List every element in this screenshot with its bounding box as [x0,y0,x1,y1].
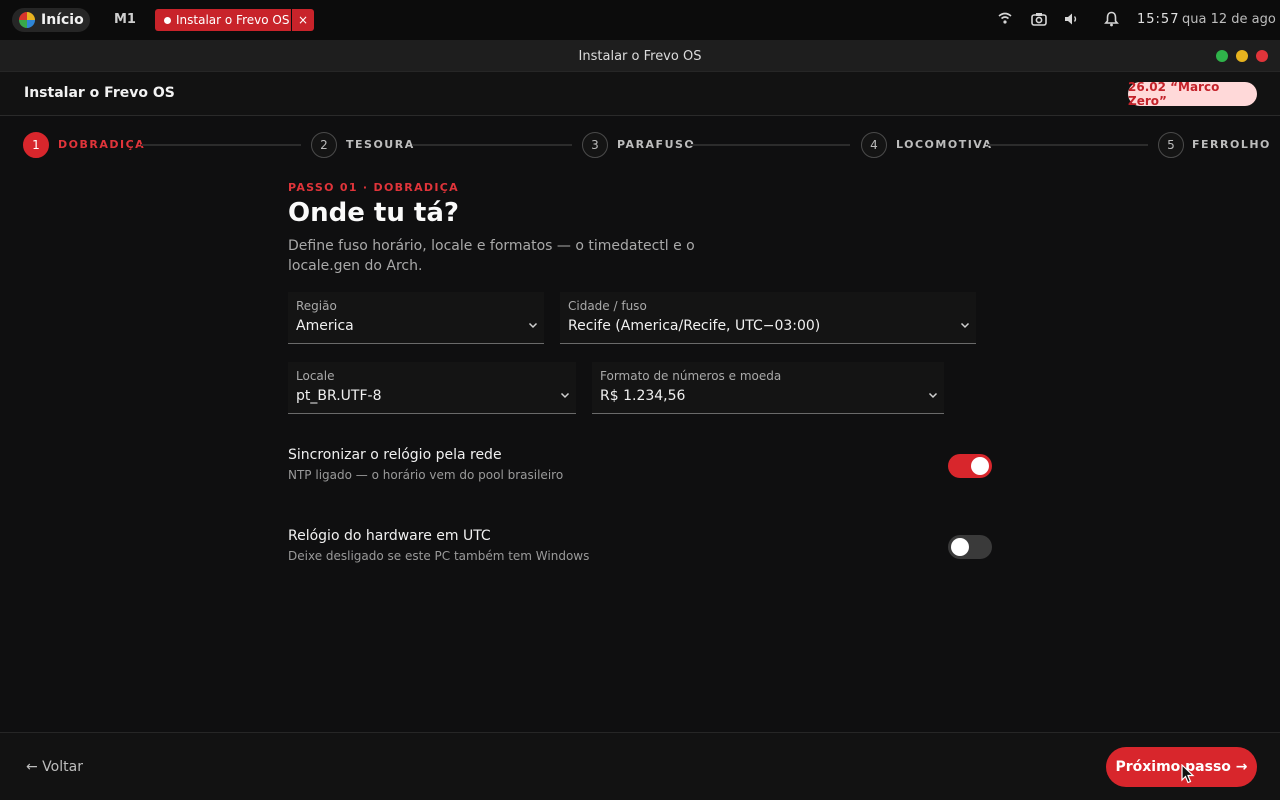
locale-select[interactable]: Locale pt_BR.UTF-8 [288,362,576,414]
step-1-number: 1 [23,132,49,158]
clock-date[interactable]: qua 12 de ago [1182,12,1276,27]
step-1-label: DOBRADIÇA [58,138,146,151]
chevron-down-icon [960,322,970,329]
utc-title: Relógio do hardware em UTC [288,528,491,544]
minimize-button[interactable] [1236,50,1248,62]
ntp-subtitle: NTP ligado — o horário vem do pool brasi… [288,468,564,482]
step-5-label: FERROLHO [1192,138,1271,151]
step-3-number: 3 [582,132,608,158]
format-label: Formato de números e moeda [600,369,782,383]
utc-toggle[interactable] [948,535,992,559]
step-connector [690,144,850,146]
step-2-label: TESOURA [346,138,415,151]
region-select[interactable]: Região America [288,292,544,344]
window-titlebar[interactable]: Instalar o Frevo OS [0,40,1280,72]
region-label: Região [296,299,337,313]
close-window-button[interactable] [1256,50,1268,62]
start-button[interactable]: Início [12,8,90,32]
top-panel: Início M1 Instalar o Frevo OS × 15:57 qu… [0,0,1280,40]
screenshot-camera-icon[interactable] [1031,12,1047,26]
ntp-title: Sincronizar o relógio pela rede [288,447,502,463]
step-4-label: LOCOMOTIVA [896,138,993,151]
utc-subtitle: Deixe desligado se este PC também tem Wi… [288,549,590,563]
city-label: Cidade / fuso [568,299,647,313]
step-4-number: 4 [861,132,887,158]
step-kicker: PASSO 01 · DOBRADIÇA [288,181,459,194]
step-3-label: PARAFUSO [617,138,696,151]
start-label: Início [41,12,84,28]
record-dot-icon [164,16,171,24]
app-title: Instalar o Frevo OS [24,85,175,101]
ntp-toggle[interactable] [948,454,992,478]
chevron-down-icon [928,392,938,399]
city-timezone-select[interactable]: Cidade / fuso Recife (America/Recife, UT… [560,292,976,344]
step-connector [412,144,572,146]
format-value: R$ 1.234,56 [600,388,686,404]
step-connector [141,144,301,146]
footer-bar: ← Voltar Próximo passo → [0,732,1280,800]
volume-icon[interactable] [1064,12,1080,26]
chevron-down-icon [560,392,570,399]
distro-logo-icon [19,12,35,28]
back-button[interactable]: ← Voltar [26,759,83,775]
task-label: Instalar o Frevo OS [176,13,290,27]
city-value: Recife (America/Recife, UTC−03:00) [568,318,821,334]
step-connector [988,144,1148,146]
toggle-knob [971,457,989,475]
task-close-button[interactable]: × [292,9,314,31]
chevron-down-icon [528,322,538,329]
step-5-number: 5 [1158,132,1184,158]
workspace-indicator[interactable]: M1 [114,12,136,27]
page-description: Define fuso horário, locale e formatos —… [288,238,695,274]
locale-label: Locale [296,369,335,383]
notification-bell-icon[interactable] [1104,11,1119,27]
toggle-knob [951,538,969,556]
window-title: Instalar o Frevo OS [578,49,702,64]
locale-value: pt_BR.UTF-8 [296,388,382,404]
app-header: Instalar o Frevo OS 26.02 “Marco Zero” [0,72,1280,116]
step-2-number: 2 [311,132,337,158]
clock-time[interactable]: 15:57 [1137,12,1179,27]
mouse-cursor-icon [1181,764,1195,784]
wifi-icon[interactable] [998,11,1012,25]
taskbar-item-installer[interactable]: Instalar o Frevo OS [155,9,291,31]
maximize-button[interactable] [1216,50,1228,62]
number-format-select[interactable]: Formato de números e moeda R$ 1.234,56 [592,362,944,414]
version-badge: 26.02 “Marco Zero” [1128,80,1257,108]
page-title: Onde tu tá? [288,198,459,228]
region-value: America [296,318,354,334]
